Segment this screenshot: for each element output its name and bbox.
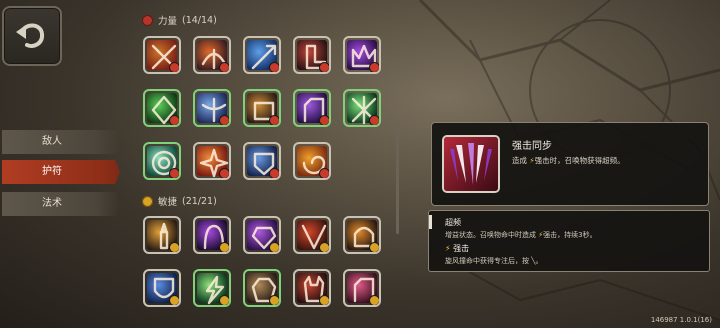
- tooltip-desc-keyword: 强击: [534, 156, 550, 165]
- strength-amulet-7[interactable]: [243, 89, 281, 127]
- strength-badge-icon: [269, 168, 279, 178]
- scrollbar[interactable]: [396, 124, 399, 234]
- keyword-panel: 超频 增益状态。召唤物命中时造成 ⚡强击，持续3秒。 ⚡ 强击 旋风撞命中获得专…: [428, 210, 710, 272]
- term1-desc-a: 增益状态。召唤物命中时造成: [445, 231, 536, 239]
- keyword-term1: 超频: [445, 218, 461, 227]
- strength-badge-icon: [219, 115, 229, 125]
- agility-badge-icon: [369, 242, 379, 252]
- strength-amulet-8[interactable]: [293, 89, 331, 127]
- agility-badge-icon: [219, 295, 229, 305]
- strength-badge-icon: [369, 62, 379, 72]
- strength-badge-icon: [269, 62, 279, 72]
- agility-amulet-8[interactable]: [293, 269, 331, 307]
- agility-amulet-6[interactable]: [193, 269, 231, 307]
- strength-badge-icon: [319, 168, 329, 178]
- tab-amulet-label: 护符: [42, 166, 62, 177]
- strength-label: 力量: [158, 16, 178, 27]
- term2-desc: 旋风撞命中获得专注后，按: [445, 257, 529, 265]
- agility-amulet-4[interactable]: [343, 216, 381, 254]
- agility-amulet-5[interactable]: [143, 269, 181, 307]
- tooltip-description: 造成 ⚡强击时，召唤物获得超频。: [512, 155, 625, 166]
- strength-badge-icon: [219, 62, 229, 72]
- agility-badge-icon: [269, 295, 279, 305]
- strength-count: (14/14): [182, 14, 217, 26]
- strength-amulet-13[interactable]: [293, 142, 331, 180]
- term1-desc-kw: 强击: [543, 231, 558, 239]
- strength-badge-icon: [219, 168, 229, 178]
- keyword-term2: ⚡ 强击: [445, 243, 469, 254]
- term1-desc-b: ，持续3秒。: [557, 231, 597, 239]
- agility-amulet-0[interactable]: [143, 216, 181, 254]
- agility-section-header: 敏捷 (21/21): [142, 194, 217, 208]
- agility-amulet-3[interactable]: [293, 216, 331, 254]
- strength-amulet-4[interactable]: [343, 36, 381, 74]
- agility-badge-icon: [169, 242, 179, 252]
- tooltip-desc-suffix: 时，召唤物获得超频。: [549, 156, 625, 165]
- strength-badge-icon: [319, 62, 329, 72]
- strength-badge-icon: [169, 168, 179, 178]
- tab-enemy-label: 敌人: [42, 136, 62, 147]
- agility-badge-icon: [269, 242, 279, 252]
- strength-amulet-3[interactable]: [293, 36, 331, 74]
- strength-badge-icon: [319, 115, 329, 125]
- tab-enemy[interactable]: 敌人: [2, 130, 120, 154]
- tab-spell-label: 法术: [42, 198, 62, 209]
- strength-badge-icon: [169, 115, 179, 125]
- tooltip-title: 强击同步: [512, 141, 552, 152]
- strength-badge-icon: [369, 115, 379, 125]
- strength-amulet-5[interactable]: [143, 89, 181, 127]
- strength-amulet-11[interactable]: [193, 142, 231, 180]
- strength-amulet-2[interactable]: [243, 36, 281, 74]
- strength-amulet-12[interactable]: [243, 142, 281, 180]
- agility-count: (21/21): [182, 195, 217, 207]
- agility-amulet-9[interactable]: [343, 269, 381, 307]
- agility-badge-icon: [169, 295, 179, 305]
- strength-amulet-9[interactable]: [343, 89, 381, 127]
- agility-badge-icon: [319, 242, 329, 252]
- keyword-term2-desc: 旋风撞命中获得专注后，按 ╲。: [445, 256, 542, 266]
- strength-icon: [142, 14, 153, 26]
- strength-amulet-0[interactable]: [143, 36, 181, 74]
- strike-sync-icon: [442, 135, 500, 193]
- agility-icon: [142, 195, 153, 207]
- amulet-tooltip: 强击同步 造成 ⚡强击时，召唤物获得超频。: [431, 122, 709, 206]
- agility-amulet-1[interactable]: [193, 216, 231, 254]
- tooltip-desc-prefix: 造成: [512, 156, 527, 165]
- strength-section-header: 力量 (14/14): [142, 13, 217, 27]
- strength-amulet-1[interactable]: [193, 36, 231, 74]
- term2-desc-end: 。: [535, 257, 543, 265]
- agility-label: 敏捷: [158, 197, 178, 208]
- back-arrow-icon: [16, 23, 45, 48]
- agility-badge-icon: [319, 295, 329, 305]
- strength-amulet-10[interactable]: [143, 142, 181, 180]
- version-label: 146987 1.0.1(16): [650, 316, 712, 324]
- strike-keyword-icon: ⚡: [445, 244, 451, 253]
- strength-amulet-6[interactable]: [193, 89, 231, 127]
- back-button[interactable]: [2, 6, 62, 66]
- agility-badge-icon: [219, 242, 229, 252]
- keyword-marker: [429, 215, 432, 229]
- strength-badge-icon: [169, 62, 179, 72]
- strength-badge-icon: [269, 115, 279, 125]
- agility-badge-icon: [369, 295, 379, 305]
- agility-amulet-2[interactable]: [243, 216, 281, 254]
- tab-spell[interactable]: 法术: [2, 192, 120, 216]
- agility-amulet-7[interactable]: [243, 269, 281, 307]
- tab-amulet[interactable]: 护符: [2, 160, 120, 184]
- keyword-term2-label: 强击: [453, 244, 470, 253]
- keyword-term1-desc: 增益状态。召唤物命中时造成 ⚡强击，持续3秒。: [445, 230, 597, 240]
